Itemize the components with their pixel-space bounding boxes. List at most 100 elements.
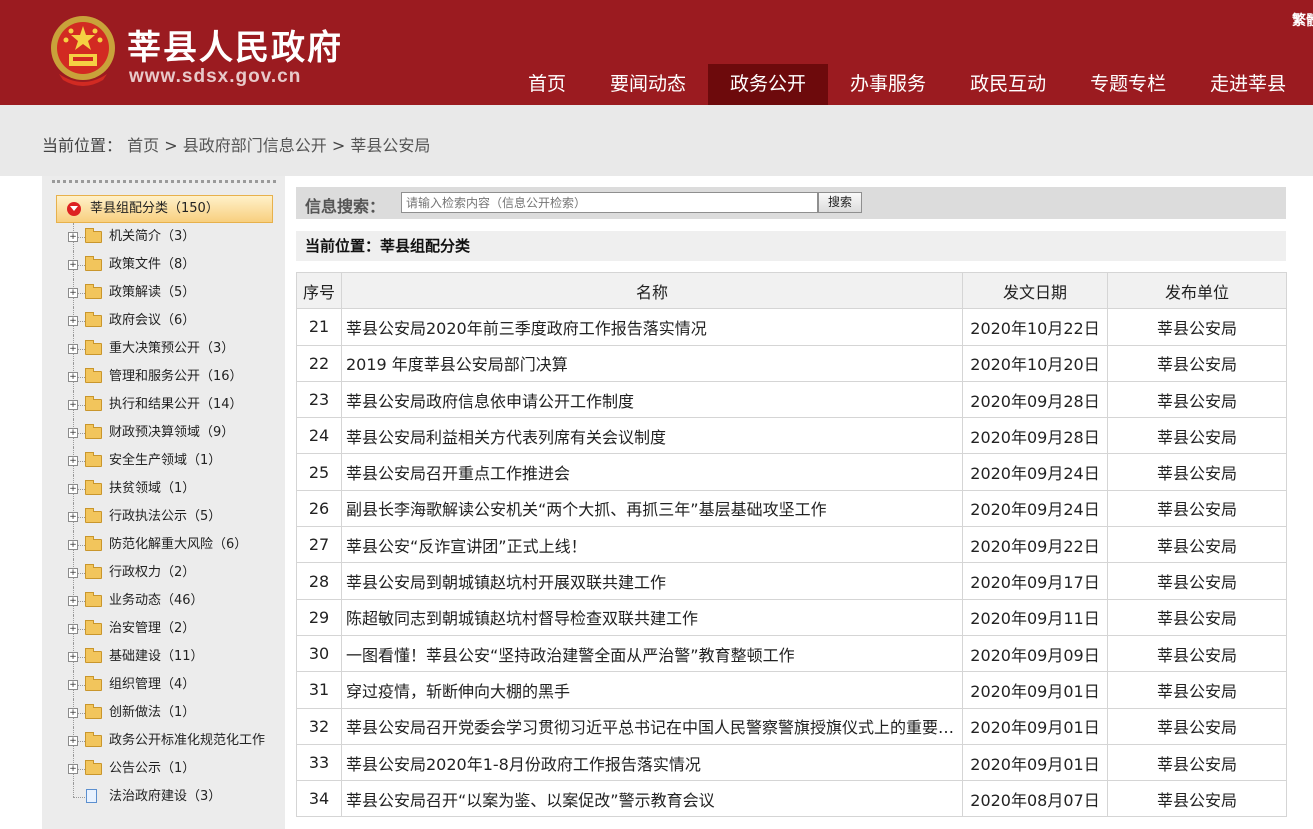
sidebar-item[interactable]: + 治安管理（2） — [42, 615, 285, 643]
document-title-link[interactable]: 莘县公安局到朝城镇赵坑村开展双联共建工作 — [341, 562, 963, 600]
sidebar-item[interactable]: + 执行和结果公开（14） — [42, 391, 285, 419]
sidebar-item[interactable]: + 机关简介（3） — [42, 223, 285, 251]
expand-plus-icon[interactable]: + — [68, 708, 78, 718]
document-title-link[interactable]: 莘县公安局召开“以案为鉴、以案促改”警示教育会议 — [341, 780, 963, 818]
nav-about[interactable]: 走进莘县 — [1188, 64, 1308, 105]
sidebar-item[interactable]: + 基础建设（11） — [42, 643, 285, 671]
breadcrumb-dept-info-link[interactable]: 县政府部门信息公开 — [183, 136, 327, 155]
expand-plus-icon[interactable]: + — [68, 344, 78, 354]
sidebar-item-label: 行政执法公示（5） — [109, 509, 222, 524]
expand-plus-icon[interactable]: + — [68, 540, 78, 550]
sidebar-item-label: 机关简介（3） — [109, 229, 196, 244]
table-row: 21 莘县公安局2020年前三季度政府工作报告落实情况 2020年10月22日 莘县公… — [296, 308, 1287, 346]
expand-plus-icon[interactable]: + — [68, 260, 78, 270]
folder-icon — [85, 480, 102, 495]
row-publisher: 莘县公安局 — [1107, 344, 1287, 382]
row-publisher: 莘县公安局 — [1107, 780, 1287, 818]
sidebar-item[interactable]: + 扶贫领域（1） — [42, 475, 285, 503]
breadcrumb-home-link[interactable]: 首页 — [127, 136, 159, 155]
document-title-link[interactable]: 莘县公安局召开党委会学习贯彻习近平总书记在中国人民警察警旗授旗仪式上的重要训词精… — [341, 707, 963, 745]
sidebar-item[interactable]: + 公告公示（1） — [42, 755, 285, 783]
expand-plus-icon[interactable]: + — [68, 568, 78, 578]
document-title-link[interactable]: 莘县公安局政府信息依申请公开工作制度 — [341, 380, 963, 419]
col-header-publisher: 发布单位 — [1107, 271, 1287, 310]
expand-plus-icon[interactable]: + — [68, 652, 78, 662]
expand-plus-icon[interactable]: + — [68, 316, 78, 326]
expand-plus-icon[interactable]: + — [68, 372, 78, 382]
sidebar-item[interactable]: + 重大决策预公开（3） — [42, 335, 285, 363]
sidebar-item[interactable]: + 政府会议（6） — [42, 307, 285, 335]
document-title-link[interactable]: 副县长李海歌解读公安机关“两个大抓、再抓三年”基层基础攻坚工作 — [341, 489, 963, 528]
nav-interaction[interactable]: 政民互动 — [948, 64, 1068, 105]
folder-icon — [85, 256, 102, 271]
document-title-link[interactable]: 莘县公安局利益相关方代表列席有关会议制度 — [341, 417, 963, 455]
folder-icon — [85, 620, 102, 635]
row-publisher: 莘县公安局 — [1107, 453, 1287, 491]
folder-icon — [85, 648, 102, 663]
search-input[interactable] — [401, 192, 818, 213]
expand-plus-icon[interactable]: + — [68, 624, 78, 634]
sidebar-item[interactable]: + 安全生产领域（1） — [42, 447, 285, 475]
site-header: 莘县人民政府 www.sdsx.gov.cn 繁體 首页 要闻动态 政务公开 办… — [0, 0, 1313, 105]
sidebar-item[interactable]: + 业务动态（46） — [42, 587, 285, 615]
site-title: 莘县人民政府 — [127, 28, 343, 68]
sidebar-item[interactable]: + 管理和服务公开（16） — [42, 363, 285, 391]
expand-plus-icon[interactable]: + — [68, 680, 78, 690]
document-title-link[interactable]: 莘县公安局2020年1-8月份政府工作报告落实情况 — [341, 743, 963, 782]
folder-icon — [85, 340, 102, 355]
sidebar-item[interactable]: + 行政权力（2） — [42, 559, 285, 587]
info-search-bar: 信息搜索： 搜索 — [296, 187, 1286, 219]
expand-plus-icon[interactable]: + — [68, 484, 78, 494]
document-title-link[interactable]: 莘县公安局2020年前三季度政府工作报告落实情况 — [341, 308, 963, 346]
expand-plus-icon[interactable]: + — [68, 736, 78, 746]
sidebar-divider — [52, 180, 276, 183]
sidebar-item[interactable]: + 政策文件（8） — [42, 251, 285, 279]
sidebar-item[interactable]: 法治政府建设（3） — [42, 783, 285, 811]
nav-home[interactable]: 首页 — [506, 64, 588, 105]
sidebar-item[interactable]: + 政策解读（5） — [42, 279, 285, 307]
document-title-link[interactable]: 莘县公安“反诈宣讲团”正式上线！ — [341, 526, 963, 564]
search-button[interactable]: 搜索 — [818, 192, 862, 213]
nav-special-topics[interactable]: 专题专栏 — [1068, 64, 1188, 105]
breadcrumb-police-bureau-link[interactable]: 莘县公安局 — [350, 136, 430, 155]
nav-news[interactable]: 要闻动态 — [588, 64, 708, 105]
sidebar-item[interactable]: + 财政预决算领域（9） — [42, 419, 285, 447]
row-number: 27 — [296, 526, 342, 564]
expand-plus-icon[interactable]: + — [68, 596, 78, 606]
expand-plus-icon[interactable]: + — [68, 456, 78, 466]
expand-plus-icon[interactable]: + — [68, 428, 78, 438]
nav-gov-affairs-open[interactable]: 政务公开 — [708, 64, 829, 105]
table-row: 23 莘县公安局政府信息依申请公开工作制度 2020年09月28日 莘县公安局 — [296, 380, 1287, 419]
expand-plus-icon[interactable]: + — [68, 288, 78, 298]
table-header-row: 序号 名称 发文日期 发布单位 — [296, 271, 1287, 310]
sidebar-item[interactable]: + 创新做法（1） — [42, 699, 285, 727]
document-title-link[interactable]: 穿过疫情，斩断伸向大棚的黑手 — [341, 671, 963, 709]
national-emblem-icon — [51, 16, 115, 86]
sidebar-item-label: 安全生产领域（1） — [109, 453, 222, 468]
row-publisher: 莘县公安局 — [1107, 707, 1287, 745]
row-number: 33 — [296, 743, 342, 782]
sidebar-item[interactable]: + 行政执法公示（5） — [42, 503, 285, 531]
table-row: 32 莘县公安局召开党委会学习贯彻习近平总书记在中国人民警察警旗授旗仪式上的重要训… — [296, 707, 1287, 745]
folder-icon — [85, 396, 102, 411]
sidebar-item-label: 公告公示（1） — [109, 761, 196, 776]
row-date: 2020年09月11日 — [962, 598, 1108, 636]
document-title-link[interactable]: 陈超敏同志到朝城镇赵坑村督导检查双联共建工作 — [341, 598, 963, 636]
document-table: 序号 名称 发文日期 发布单位 21 莘县公安局2020年前三季度政府工作报告落实… — [296, 271, 1287, 818]
category-root[interactable]: 莘县组配分类（150） — [56, 195, 273, 223]
expand-plus-icon[interactable]: + — [68, 400, 78, 410]
traditional-chinese-link[interactable]: 繁體 — [1292, 10, 1313, 30]
row-number: 34 — [296, 780, 342, 818]
sidebar-item[interactable]: + 组织管理（4） — [42, 671, 285, 699]
document-title-link[interactable]: 一图看懂！莘县公安“坚持政治建警全面从严治警”教育整顿工作 — [341, 634, 963, 673]
document-title-link[interactable]: 2019 年度莘县公安局部门决算 — [341, 344, 963, 382]
document-title-link[interactable]: 莘县公安局召开重点工作推进会 — [341, 453, 963, 491]
expand-plus-icon[interactable]: + — [68, 512, 78, 522]
expand-plus-icon[interactable]: + — [68, 764, 78, 774]
row-number: 32 — [296, 707, 342, 745]
sidebar-item[interactable]: + 防范化解重大风险（6） — [42, 531, 285, 559]
nav-services[interactable]: 办事服务 — [828, 64, 948, 105]
sidebar-item[interactable]: + 政务公开标准化规范化工作 — [42, 727, 285, 755]
table-row: 34 莘县公安局召开“以案为鉴、以案促改”警示教育会议 2020年08月07日 莘县公… — [296, 780, 1287, 818]
expand-plus-icon[interactable]: + — [68, 232, 78, 242]
